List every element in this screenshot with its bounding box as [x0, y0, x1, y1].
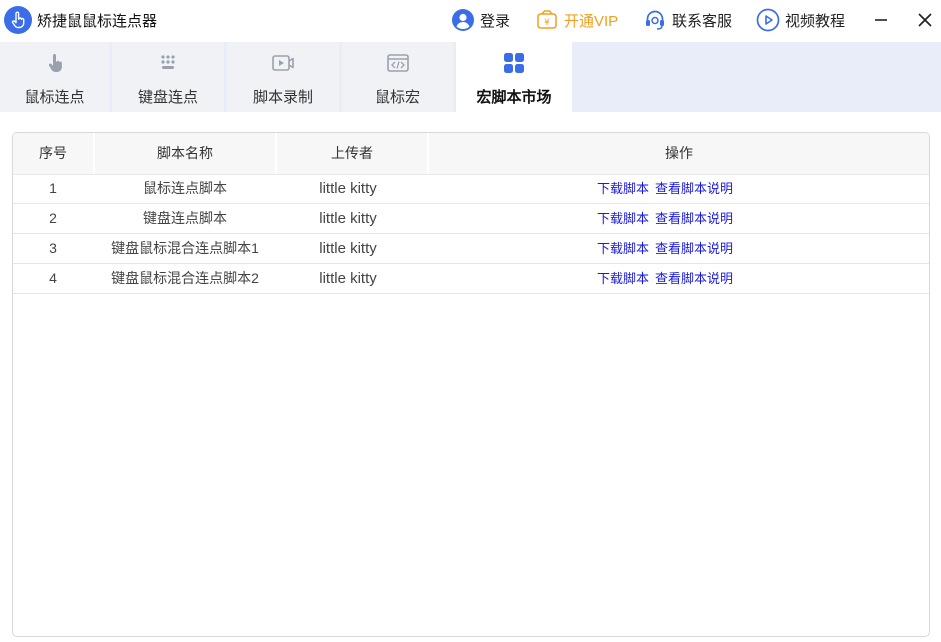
- column-header-index: 序号: [39, 145, 67, 161]
- tab-label: 鼠标宏: [374, 89, 420, 106]
- script-name: 鼠标连点脚本: [143, 180, 227, 196]
- script-uploader: little kitty: [319, 270, 377, 287]
- code-window-icon: [385, 50, 411, 76]
- video-record-icon: [270, 50, 296, 76]
- script-name: 键盘鼠标混合连点脚本1: [111, 240, 259, 256]
- table-row: 3 键盘鼠标混合连点脚本1 little kitty 下载脚本 查看脚本说明: [13, 234, 929, 264]
- tab-label: 鼠标连点: [24, 89, 85, 106]
- column-header-uploader: 上传者: [331, 145, 373, 161]
- column-header-name: 脚本名称: [157, 145, 213, 161]
- table-row: 4 键盘鼠标混合连点脚本2 little kitty 下载脚本 查看脚本说明: [13, 264, 929, 294]
- headset-icon: [643, 8, 667, 32]
- play-circle-icon: [756, 8, 780, 32]
- vip-button[interactable]: ¥ 开通VIP: [535, 7, 618, 33]
- vip-label: 开通VIP: [564, 12, 619, 30]
- script-name: 键盘连点脚本: [143, 210, 227, 226]
- tab-label: 宏脚本市场: [476, 89, 552, 106]
- column-header-actions: 操作: [665, 145, 693, 161]
- user-avatar-icon: [451, 8, 475, 32]
- vip-coin-icon: ¥: [535, 8, 559, 32]
- script-uploader: little kitty: [319, 180, 377, 197]
- view-script-notes-link[interactable]: 查看脚本说明: [655, 211, 733, 226]
- table-row: 2 键盘连点脚本 little kitty 下载脚本 查看脚本说明: [13, 204, 929, 234]
- row-actions: 下载脚本 查看脚本说明: [597, 234, 739, 263]
- support-button[interactable]: 联系客服: [643, 7, 732, 33]
- row-actions: 下载脚本 查看脚本说明: [597, 204, 739, 233]
- row-index: 2: [49, 210, 57, 226]
- script-name: 键盘鼠标混合连点脚本2: [111, 270, 259, 286]
- download-script-link[interactable]: 下载脚本: [597, 241, 649, 256]
- title-bar: 矫捷鼠鼠标连点器 登录 ¥ 开通VIP 联系客服 视频教程: [0, 0, 941, 40]
- tab-mouse-macro[interactable]: 鼠标宏: [342, 42, 453, 112]
- tab-bar: 鼠标连点 键盘连点 脚本录制 鼠标宏 宏脚本市场: [0, 42, 941, 112]
- row-actions: 下载脚本 查看脚本说明: [597, 174, 739, 203]
- view-script-notes-link[interactable]: 查看脚本说明: [655, 271, 733, 286]
- support-label: 联系客服: [672, 12, 733, 30]
- tab-macro-market[interactable]: 宏脚本市场: [456, 42, 572, 112]
- row-index: 4: [49, 270, 57, 286]
- minimize-icon: [875, 19, 887, 21]
- minimize-button[interactable]: [869, 8, 893, 32]
- table-header: 序号 脚本名称 上传者 操作: [13, 133, 929, 175]
- tab-label: 键盘连点: [137, 89, 198, 106]
- login-button[interactable]: 登录: [451, 7, 510, 33]
- tab-script-record[interactable]: 脚本录制: [227, 42, 339, 112]
- row-index: 3: [49, 240, 57, 256]
- tab-mouse-clicker[interactable]: 鼠标连点: [0, 42, 109, 112]
- tutorial-label: 视频教程: [785, 12, 846, 30]
- script-uploader: little kitty: [319, 240, 377, 257]
- app-title: 矫捷鼠鼠标连点器: [37, 13, 158, 30]
- download-script-link[interactable]: 下载脚本: [597, 271, 649, 286]
- tab-label: 脚本录制: [252, 89, 313, 106]
- script-uploader: little kitty: [319, 210, 377, 227]
- view-script-notes-link[interactable]: 查看脚本说明: [655, 241, 733, 256]
- script-table: 序号 脚本名称 上传者 操作 1 鼠标连点脚本 little kitty 下载脚…: [12, 132, 930, 637]
- close-button[interactable]: [913, 8, 937, 32]
- tutorial-button[interactable]: 视频教程: [756, 7, 845, 33]
- row-index: 1: [49, 180, 57, 196]
- tab-keyboard-clicker[interactable]: 键盘连点: [112, 42, 224, 112]
- app-logo-icon: [4, 6, 32, 34]
- download-script-link[interactable]: 下载脚本: [597, 181, 649, 196]
- login-label: 登录: [480, 12, 511, 30]
- row-actions: 下载脚本 查看脚本说明: [597, 264, 739, 293]
- keypad-icon: [155, 50, 181, 76]
- view-script-notes-link[interactable]: 查看脚本说明: [655, 181, 733, 196]
- table-row: 1 鼠标连点脚本 little kitty 下载脚本 查看脚本说明: [13, 174, 929, 204]
- grid-apps-icon: [501, 50, 527, 76]
- svg-text:¥: ¥: [544, 18, 550, 28]
- close-icon: [918, 13, 932, 27]
- pointer-hand-icon: [42, 50, 68, 76]
- download-script-link[interactable]: 下载脚本: [597, 211, 649, 226]
